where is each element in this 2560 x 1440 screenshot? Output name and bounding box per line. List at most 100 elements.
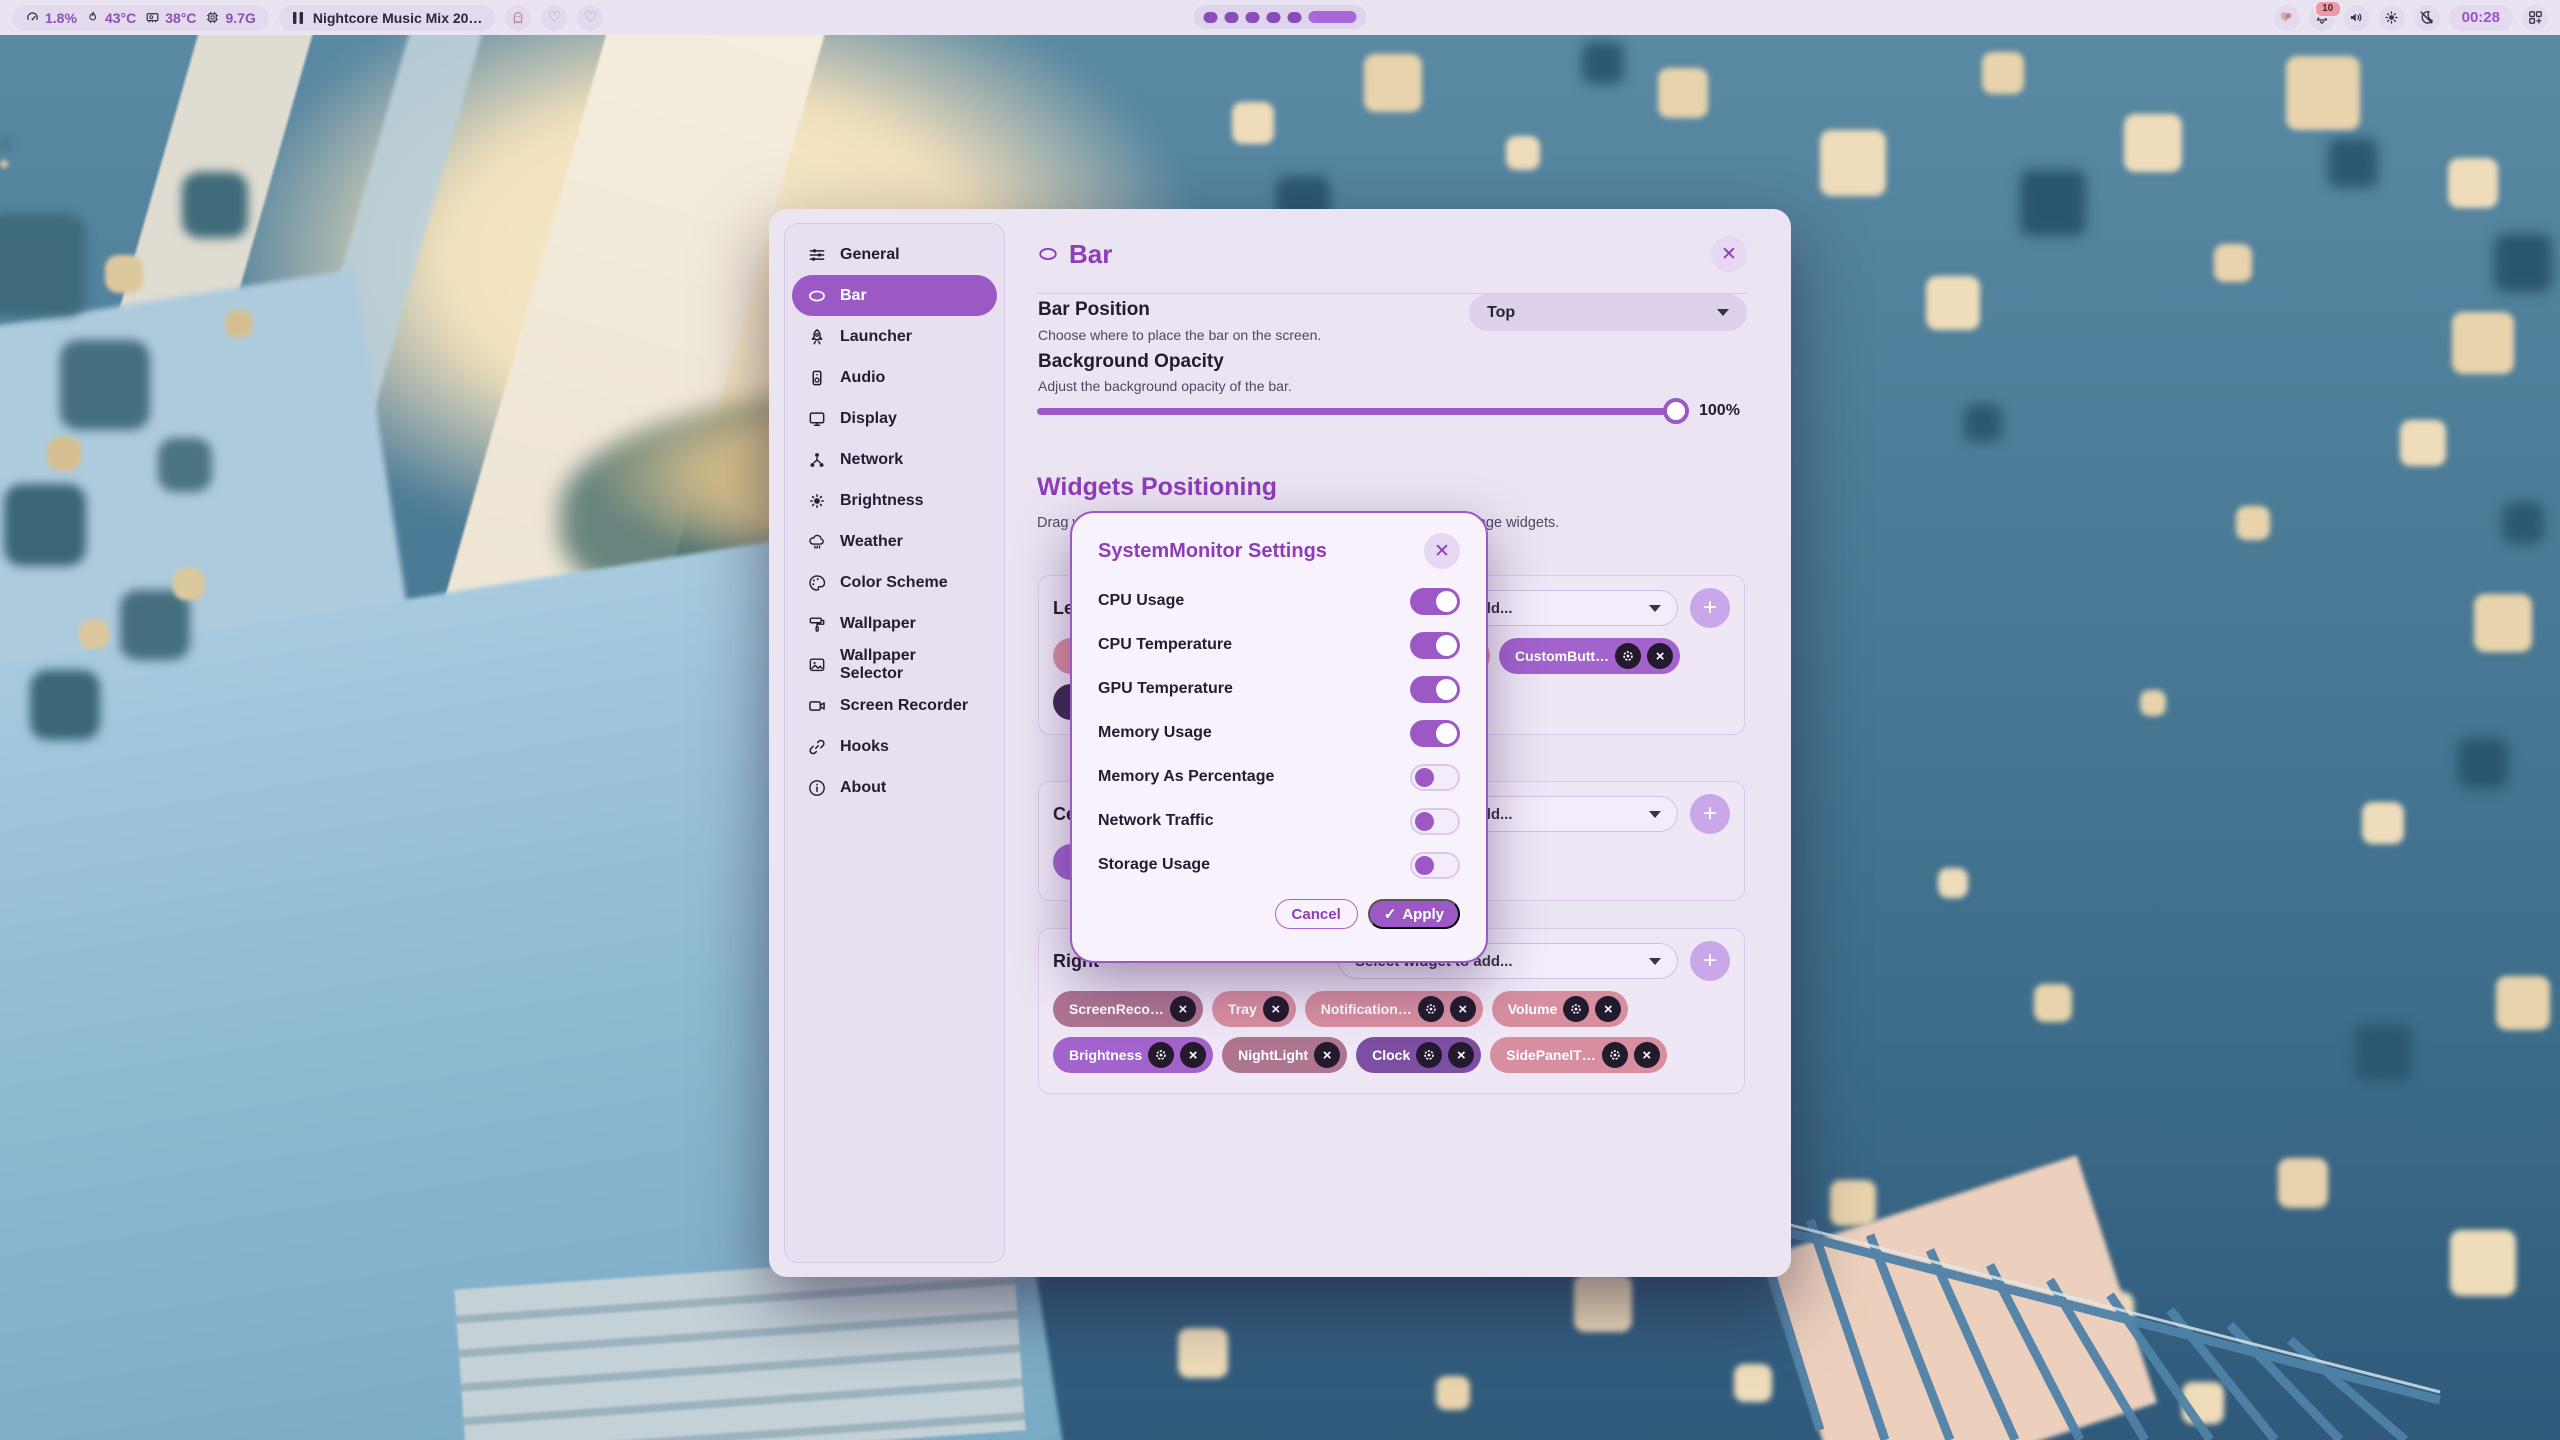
widget-chip-brightness[interactable]: Brightness × (1053, 1037, 1213, 1073)
brightness-button[interactable] (2379, 5, 2405, 31)
sidebar-item-bar[interactable]: Bar (792, 275, 997, 316)
widget-settings-button[interactable] (1416, 1042, 1442, 1068)
widget-remove-button[interactable]: × (1595, 996, 1621, 1022)
widget-chip-custombutton[interactable]: CustomButt… × (1499, 638, 1680, 674)
widget-remove-button[interactable]: × (1647, 643, 1673, 669)
cloud-rain-icon (807, 532, 827, 552)
network-hub-icon (807, 450, 827, 470)
widget-chip-clock[interactable]: Clock × (1356, 1037, 1481, 1073)
cpu-temp-stat: 43°C (86, 10, 136, 26)
sidebar-item-screen-recorder[interactable]: Screen Recorder (792, 685, 997, 726)
sidebar-item-wallpaper[interactable]: Wallpaper (792, 603, 997, 644)
storage-usage-toggle[interactable] (1410, 852, 1460, 879)
clock[interactable]: 00:28 (2449, 5, 2513, 31)
sidebar-item-color-scheme[interactable]: Color Scheme (792, 562, 997, 603)
toggle-row-storage-usage: Storage Usage (1098, 843, 1460, 887)
widget-settings-button[interactable] (1602, 1042, 1628, 1068)
widget-remove-button[interactable]: × (1180, 1042, 1206, 1068)
notification-badge: 10 (2314, 0, 2342, 18)
sidebar-item-display[interactable]: Display (792, 398, 997, 439)
workspace-active-indicator[interactable] (1309, 11, 1357, 23)
apply-label: Apply (1402, 906, 1444, 923)
link-icon (807, 737, 827, 757)
widget-remove-button[interactable]: × (1170, 996, 1196, 1022)
background-opacity-description: Adjust the background opacity of the bar… (1038, 378, 1292, 394)
widget-remove-button[interactable]: × (1634, 1042, 1660, 1068)
widget-settings-button[interactable] (1563, 996, 1589, 1022)
add-widget-button[interactable]: + (1690, 588, 1730, 628)
close-icon: × (1642, 1048, 1651, 1063)
sidebar-item-weather[interactable]: Weather (792, 521, 997, 562)
overview-button[interactable] (2522, 5, 2548, 31)
sidebar-item-label: Display (840, 410, 897, 428)
toggle-knob (1415, 856, 1434, 875)
sidebar-item-hooks[interactable]: Hooks (792, 726, 997, 767)
add-widget-button[interactable]: + (1690, 794, 1730, 834)
widget-remove-button[interactable]: × (1263, 996, 1289, 1022)
workspace-dot[interactable] (1204, 12, 1218, 23)
opacity-slider[interactable] (1037, 408, 1685, 415)
media-app-button[interactable] (505, 5, 531, 31)
chip-label: ScreenReco… (1069, 1001, 1164, 1017)
widget-chip-volume[interactable]: Volume × (1492, 991, 1629, 1027)
window-close-button[interactable]: ✕ (1711, 236, 1747, 272)
sidebar-item-general[interactable]: General (792, 234, 997, 275)
workspace-dot[interactable] (1225, 12, 1239, 23)
widget-remove-button[interactable]: × (1314, 1042, 1340, 1068)
toggle-knob (1415, 812, 1434, 831)
sidebar-item-network[interactable]: Network (792, 439, 997, 480)
network-traffic-toggle[interactable] (1410, 808, 1460, 835)
sidebar-item-label: About (840, 779, 886, 797)
apply-button[interactable]: ✓Apply (1368, 899, 1460, 929)
workspace-dot[interactable] (1267, 12, 1281, 23)
widget-remove-button[interactable]: × (1450, 996, 1476, 1022)
widget-settings-button[interactable] (1615, 643, 1641, 669)
sliders-icon (807, 245, 827, 265)
sidebar-item-audio[interactable]: Audio (792, 357, 997, 398)
flame-icon (86, 10, 100, 25)
widget-settings-button[interactable] (1148, 1042, 1174, 1068)
tray-app-button[interactable] (2274, 5, 2300, 31)
like-button[interactable]: ♡ (577, 5, 603, 31)
bar-position-select[interactable]: Top (1469, 294, 1747, 331)
bar-pill-icon (807, 286, 827, 306)
workspace-dot[interactable] (1288, 12, 1302, 23)
favorite-button[interactable]: ♡ (541, 5, 567, 31)
workspace-switcher[interactable] (1194, 5, 1367, 29)
memory-as-percentage-toggle[interactable] (1410, 764, 1460, 791)
toggle-label: Memory As Percentage (1098, 768, 1274, 786)
cancel-button[interactable]: Cancel (1275, 899, 1358, 929)
media-player-pill[interactable]: Nightcore Music Mix 20… (279, 5, 496, 31)
gear-icon (1154, 1048, 1168, 1062)
toggle-label: GPU Temperature (1098, 680, 1233, 698)
widget-chip-notification[interactable]: Notification… × (1305, 991, 1483, 1027)
widget-chip-tray[interactable]: Tray × (1212, 991, 1296, 1027)
cpu-usage-toggle[interactable] (1410, 588, 1460, 615)
widget-chip-sidepanel[interactable]: SidePanelT… × (1490, 1037, 1666, 1073)
system-stats-pill[interactable]: 1.8% 43°C 38°C 9.7G (12, 5, 269, 31)
gpu-temperature-toggle[interactable] (1410, 676, 1460, 703)
night-light-button[interactable] (2414, 5, 2440, 31)
info-icon (807, 778, 827, 798)
notifications-button[interactable]: 10 (2309, 5, 2335, 31)
memory-usage-toggle[interactable] (1410, 720, 1460, 747)
workspace-dot[interactable] (1246, 12, 1260, 23)
volume-button[interactable] (2344, 5, 2370, 31)
wallpaper-plant-leaves (0, 160, 8, 168)
widget-remove-button[interactable]: × (1448, 1042, 1474, 1068)
sidebar-item-launcher[interactable]: Launcher (792, 316, 997, 357)
toggle-row-gpu-temperature: GPU Temperature (1098, 667, 1460, 711)
widget-settings-button[interactable] (1418, 996, 1444, 1022)
add-widget-button[interactable]: + (1690, 941, 1730, 981)
widget-chip-nightlight[interactable]: NightLight × (1222, 1037, 1347, 1073)
sidebar-item-about[interactable]: About (792, 767, 997, 808)
opacity-slider-knob[interactable] (1663, 398, 1689, 424)
gpu-temp-value: 38°C (165, 10, 196, 26)
widget-chip-screenrecorder[interactable]: ScreenReco… × (1053, 991, 1203, 1027)
sidebar-item-brightness[interactable]: Brightness (792, 480, 997, 521)
cpu-temperature-toggle[interactable] (1410, 632, 1460, 659)
sidebar-item-wallpaper-selector[interactable]: Wallpaper Selector (792, 644, 997, 685)
modal-close-button[interactable]: ✕ (1424, 533, 1460, 569)
moon-slash-icon (2418, 9, 2435, 26)
video-camera-icon (807, 696, 827, 716)
